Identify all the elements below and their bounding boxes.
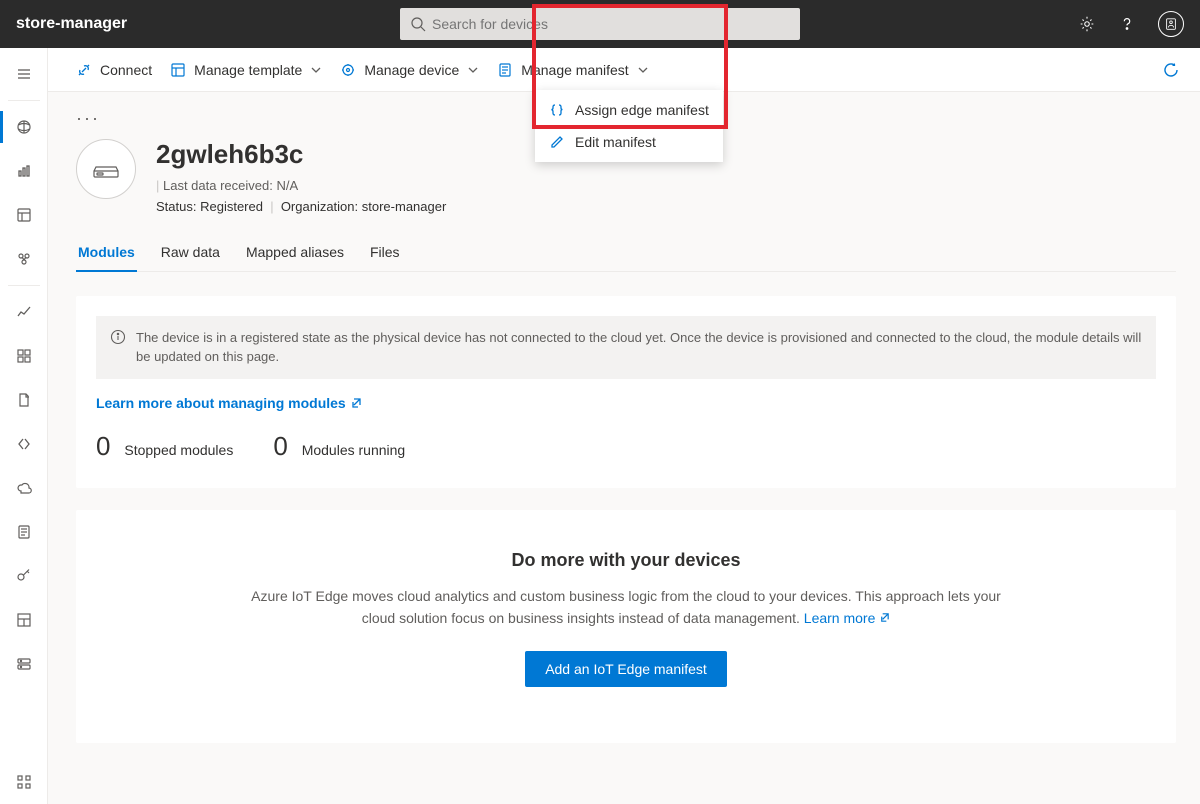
nav-analytics-icon[interactable] bbox=[0, 149, 48, 193]
learn-more-link[interactable]: Learn more bbox=[804, 610, 890, 626]
device-gear-icon bbox=[340, 62, 356, 78]
pencil-icon bbox=[549, 134, 565, 150]
manage-manifest-button[interactable]: Manage manifest bbox=[497, 62, 648, 78]
connect-icon bbox=[76, 62, 92, 78]
command-bar: Connect Manage template Manage device Ma… bbox=[48, 48, 1200, 92]
info-banner-text: The device is in a registered state as t… bbox=[136, 328, 1142, 367]
last-data-label: Last data received: bbox=[163, 178, 273, 193]
stopped-modules-count: 0 Stopped modules bbox=[96, 431, 233, 462]
search-icon bbox=[410, 16, 426, 32]
nav-layout-icon[interactable] bbox=[0, 598, 48, 642]
device-avatar-icon bbox=[76, 139, 136, 199]
template-icon bbox=[170, 62, 186, 78]
refresh-icon bbox=[1162, 61, 1180, 79]
nav-storage-icon[interactable] bbox=[0, 642, 48, 686]
device-name: 2gwleh6b3c bbox=[156, 139, 446, 170]
org-label: Organization: bbox=[281, 199, 358, 214]
nav-templates-icon[interactable] bbox=[0, 193, 48, 237]
manage-manifest-label: Manage manifest bbox=[521, 62, 628, 78]
external-link-icon bbox=[350, 397, 362, 409]
learn-more-label: Learn more bbox=[804, 610, 876, 626]
manage-device-button[interactable]: Manage device bbox=[340, 62, 479, 78]
hamburger-icon[interactable] bbox=[0, 52, 48, 96]
tab-raw-data[interactable]: Raw data bbox=[159, 236, 222, 271]
manage-template-label: Manage template bbox=[194, 62, 302, 78]
user-avatar[interactable] bbox=[1158, 11, 1184, 37]
status-value: Registered bbox=[200, 199, 263, 214]
learn-managing-modules-label: Learn more about managing modules bbox=[96, 395, 346, 411]
nav-groups-icon[interactable] bbox=[0, 237, 48, 281]
empty-state-title: Do more with your devices bbox=[236, 550, 1016, 571]
settings-icon[interactable] bbox=[1078, 15, 1096, 33]
nav-cloud-icon[interactable] bbox=[0, 466, 48, 510]
help-icon[interactable] bbox=[1118, 15, 1136, 33]
last-data-value: N/A bbox=[276, 178, 298, 193]
left-nav-rail bbox=[0, 48, 48, 804]
learn-managing-modules-link[interactable]: Learn more about managing modules bbox=[96, 395, 362, 411]
connect-label: Connect bbox=[100, 62, 152, 78]
manage-template-button[interactable]: Manage template bbox=[170, 62, 322, 78]
org-value: store-manager bbox=[362, 199, 447, 214]
add-edge-manifest-button[interactable]: Add an IoT Edge manifest bbox=[525, 651, 727, 687]
nav-file-icon[interactable] bbox=[0, 510, 48, 554]
nav-key-icon[interactable] bbox=[0, 554, 48, 598]
nav-commands-icon[interactable] bbox=[0, 422, 48, 466]
tab-mapped-aliases[interactable]: Mapped aliases bbox=[244, 236, 346, 271]
modules-panel: The device is in a registered state as t… bbox=[76, 296, 1176, 488]
chevron-down-icon bbox=[637, 64, 649, 76]
braces-icon bbox=[549, 102, 565, 118]
tab-modules[interactable]: Modules bbox=[76, 236, 137, 272]
assign-edge-manifest-item[interactable]: Assign edge manifest bbox=[535, 94, 723, 126]
nav-dashboards-icon[interactable] bbox=[0, 334, 48, 378]
connect-button[interactable]: Connect bbox=[76, 62, 152, 78]
search-input[interactable] bbox=[400, 8, 800, 40]
nav-devices-icon[interactable] bbox=[0, 105, 48, 149]
empty-state-panel: Do more with your devices Azure IoT Edge… bbox=[76, 510, 1176, 744]
status-label: Status: bbox=[156, 199, 196, 214]
chevron-down-icon bbox=[310, 64, 322, 76]
tab-files[interactable]: Files bbox=[368, 236, 402, 271]
nav-rules-icon[interactable] bbox=[0, 290, 48, 334]
manage-manifest-dropdown: Assign edge manifest Edit manifest bbox=[535, 90, 723, 162]
app-title: store-manager bbox=[16, 15, 127, 33]
running-modules-count: 0 Modules running bbox=[273, 431, 405, 462]
info-banner: The device is in a registered state as t… bbox=[96, 316, 1156, 379]
edit-manifest-label: Edit manifest bbox=[575, 134, 656, 150]
chevron-down-icon bbox=[467, 64, 479, 76]
refresh-button[interactable] bbox=[1162, 61, 1180, 79]
info-icon bbox=[110, 329, 126, 345]
assign-edge-manifest-label: Assign edge manifest bbox=[575, 102, 709, 118]
external-link-icon bbox=[879, 612, 890, 623]
nav-apps-icon[interactable] bbox=[0, 760, 48, 804]
manage-device-label: Manage device bbox=[364, 62, 459, 78]
manifest-icon bbox=[497, 62, 513, 78]
edit-manifest-item[interactable]: Edit manifest bbox=[535, 126, 723, 158]
nav-jobs-icon[interactable] bbox=[0, 378, 48, 422]
